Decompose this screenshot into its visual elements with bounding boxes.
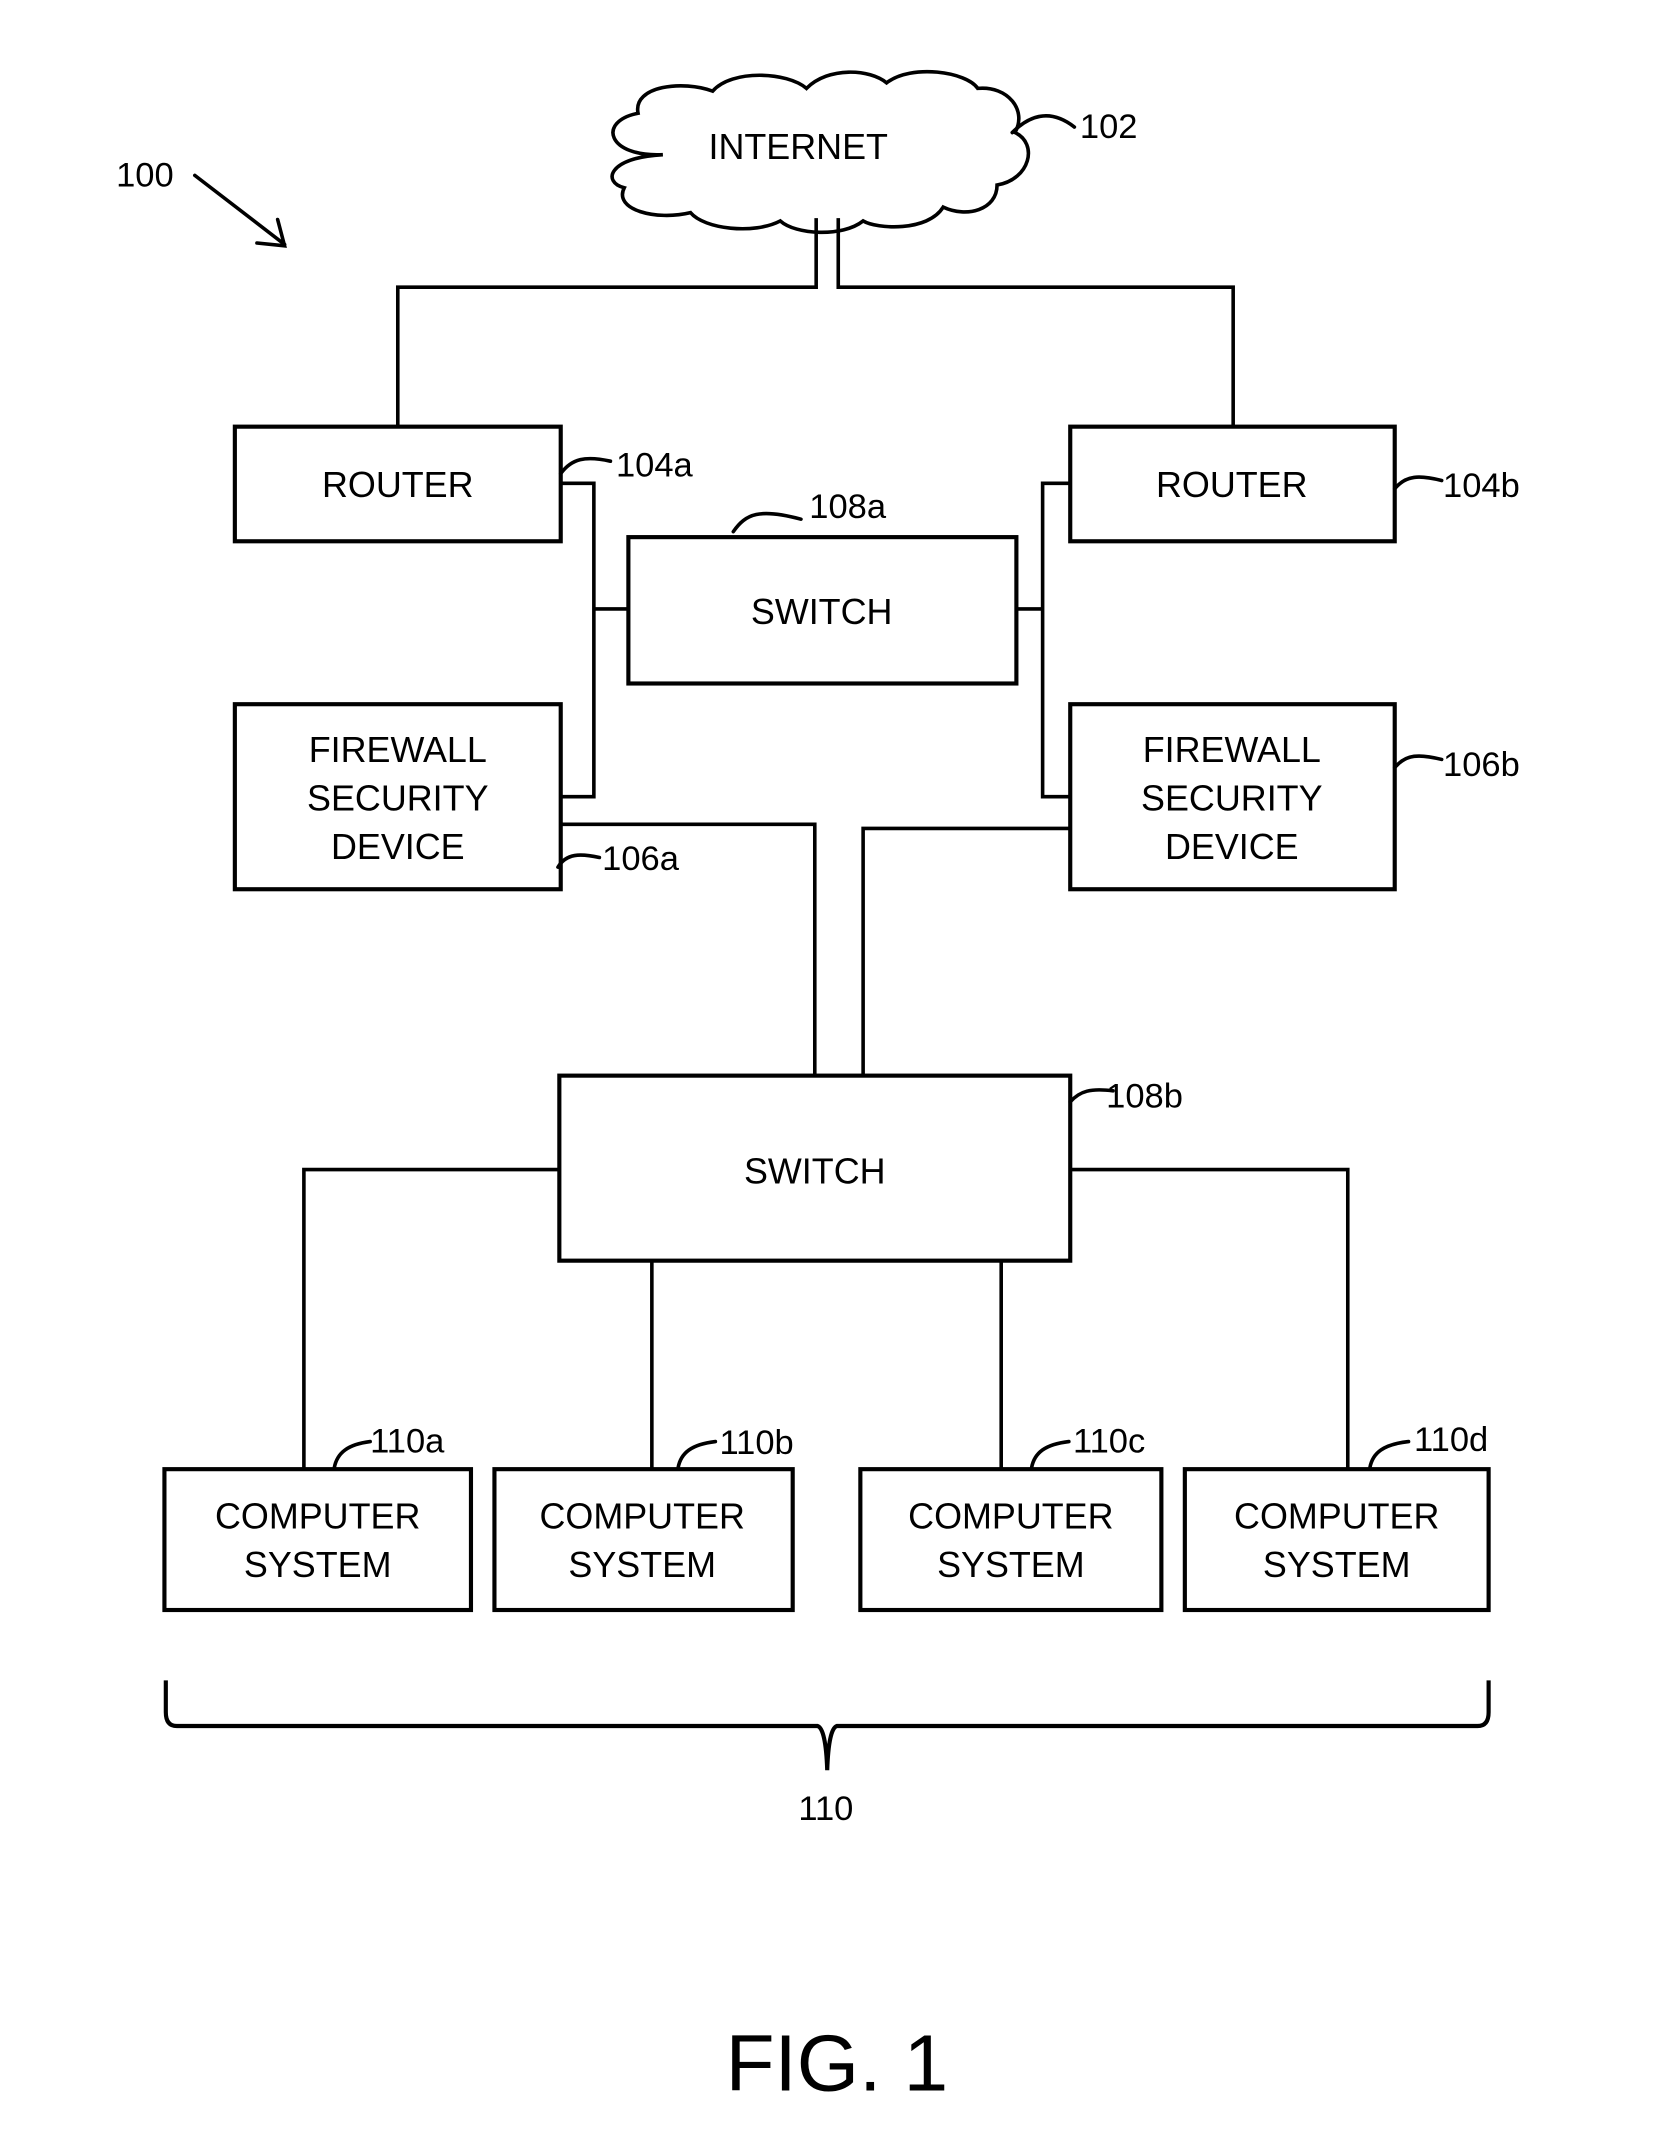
firewall-b-line-1: FIREWALL	[1143, 730, 1321, 770]
router-b[interactable]: ROUTER	[1068, 424, 1397, 544]
firewall-a[interactable]: FIREWALL SECURITY DEVICE	[232, 702, 563, 892]
computer-group-ref: 110	[798, 1790, 853, 1828]
system-ref-arrow-icon	[193, 173, 287, 248]
right-bus-links	[1016, 481, 1071, 799]
firewall-b[interactable]: FIREWALL SECURITY DEVICE	[1068, 702, 1397, 892]
computer-group-brace-icon	[163, 1680, 1491, 1771]
computer-b-line-2: SYSTEM	[568, 1545, 716, 1585]
computer-c-ref: 110c	[1073, 1423, 1145, 1461]
computer-d-ref-leader	[1368, 1439, 1411, 1470]
computer-a-ref: 110a	[370, 1423, 445, 1461]
firewall-b-line-3: DEVICE	[1165, 827, 1299, 867]
switch-a-ref-leader	[731, 511, 803, 534]
internet-router-links	[395, 218, 1235, 427]
firewall-a-ref-leader	[556, 853, 602, 869]
computer-a-line-1: COMPUTER	[215, 1497, 420, 1537]
computer-b-ref: 110b	[720, 1424, 794, 1462]
switch-b-ref: 108b	[1106, 1077, 1183, 1115]
computer-d[interactable]: COMPUTER SYSTEM	[1182, 1467, 1491, 1613]
computer-b-ref-leader	[676, 1439, 718, 1470]
figure-caption: FIG. 1	[726, 2019, 948, 2108]
computer-a-ref-leader	[332, 1439, 372, 1470]
computer-d-ref: 110d	[1414, 1421, 1488, 1459]
router-b-label: ROUTER	[1156, 465, 1308, 505]
network-diagram: 100 INTERNET 102 ROUTER 104a ROUTER 104b…	[116, 69, 1520, 2108]
switch-b-label: SWITCH	[744, 1151, 886, 1191]
internet-ref-leader	[1010, 114, 1077, 135]
switch-a-ref: 108a	[809, 488, 887, 526]
computer-c-line-1: COMPUTER	[908, 1497, 1113, 1537]
switch-a-label: SWITCH	[751, 592, 893, 632]
firewall-a-line-1: FIREWALL	[309, 730, 487, 770]
switch-a[interactable]: SWITCH	[626, 535, 1019, 686]
internet-cloud: INTERNET	[610, 69, 1031, 235]
switch-b[interactable]: SWITCH	[557, 1073, 1073, 1263]
computer-b[interactable]: COMPUTER SYSTEM	[492, 1467, 795, 1613]
computer-c-ref-leader	[1029, 1439, 1071, 1470]
computer-c[interactable]: COMPUTER SYSTEM	[858, 1467, 1164, 1613]
firewall-b-line-2: SECURITY	[1141, 779, 1323, 819]
internet-label: INTERNET	[708, 127, 888, 167]
left-bus-links	[560, 481, 629, 799]
firewall-a-ref: 106a	[602, 840, 680, 878]
internet-ref: 102	[1080, 108, 1138, 146]
router-a-ref: 104a	[616, 446, 694, 484]
firewall-b-ref-leader	[1392, 754, 1444, 770]
computer-d-line-2: SYSTEM	[1263, 1545, 1411, 1585]
firewall-a-line-3: DEVICE	[331, 827, 465, 867]
router-b-ref: 104b	[1443, 467, 1520, 505]
firewall-a-line-2: SECURITY	[307, 779, 489, 819]
computer-c-line-2: SYSTEM	[937, 1545, 1085, 1585]
system-ref-label: 100	[116, 156, 174, 194]
router-a[interactable]: ROUTER	[232, 424, 563, 544]
computer-d-line-1: COMPUTER	[1234, 1497, 1439, 1537]
router-b-ref-leader	[1392, 475, 1444, 491]
computer-a[interactable]: COMPUTER SYSTEM	[162, 1467, 474, 1613]
computer-a-line-2: SYSTEM	[244, 1545, 392, 1585]
computer-b-line-1: COMPUTER	[540, 1497, 745, 1537]
router-a-ref-leader	[558, 456, 613, 476]
firewall-b-ref: 106b	[1443, 746, 1520, 784]
router-a-label: ROUTER	[322, 465, 474, 505]
